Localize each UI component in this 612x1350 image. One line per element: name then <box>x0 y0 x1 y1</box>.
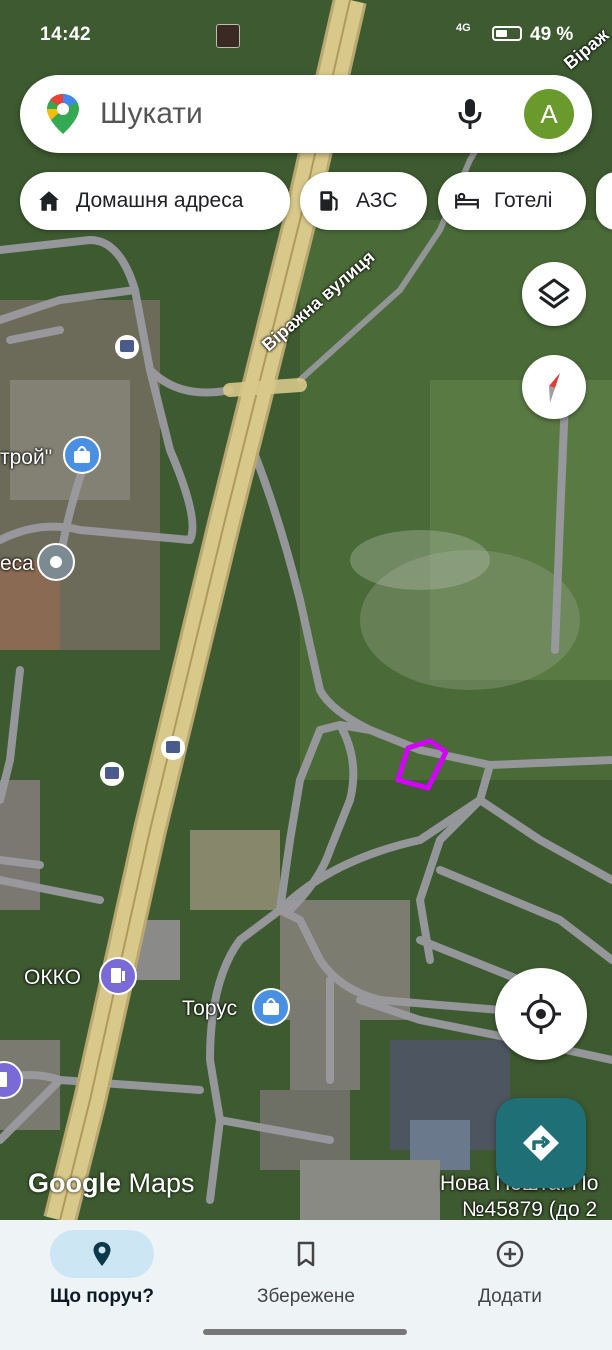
notification-app-icon <box>216 24 240 48</box>
chip-gas-stations[interactable]: АЗС <box>300 172 427 230</box>
poi-label-okko: ОККО <box>24 966 81 989</box>
network-indicator: 4G <box>456 22 471 34</box>
poi-label-esa: еса <box>0 552 34 575</box>
gas-station-icon <box>99 957 137 995</box>
google-maps-watermark: Google Maps <box>28 1168 195 1198</box>
chip-label: Готелі <box>494 189 553 212</box>
chip-label: АЗС <box>356 189 398 212</box>
bus-stop-icon <box>161 736 185 760</box>
add-circle-icon <box>496 1240 524 1268</box>
chip-label: Домашня адреса <box>76 189 244 212</box>
compass-button[interactable] <box>522 355 586 419</box>
poi-label-torus: Торус <box>182 997 238 1020</box>
battery-fill <box>496 30 507 37</box>
directions-icon <box>523 1125 559 1161</box>
battery-percent: 49 % <box>530 24 574 45</box>
nav-label: Що поруч? <box>50 1286 154 1307</box>
microphone-icon[interactable] <box>456 97 484 131</box>
nav-saved[interactable]: Збережене <box>204 1220 408 1320</box>
bus-stop-icon <box>100 762 124 786</box>
bookmark-icon <box>297 1241 315 1267</box>
my-location-icon <box>521 994 561 1034</box>
gas-station-icon <box>320 191 338 211</box>
poi-label-stroi: трой" <box>0 446 53 469</box>
bus-stop-icon <box>115 335 139 359</box>
location-pin-icon <box>93 1242 111 1266</box>
search-bar[interactable]: Шукати А <box>20 75 592 153</box>
home-indicator[interactable] <box>203 1329 407 1335</box>
nav-label: Додати <box>478 1286 542 1307</box>
shopping-bag-icon <box>63 436 101 474</box>
nav-explore[interactable]: Що поруч? <box>0 1220 204 1320</box>
compass-icon <box>549 373 560 403</box>
layers-button[interactable] <box>522 262 586 326</box>
nav-label: Збережене <box>257 1286 355 1307</box>
directions-button[interactable] <box>496 1098 586 1188</box>
chip-hotels[interactable]: Готелі <box>438 172 586 230</box>
nav-contribute[interactable]: Додати <box>408 1220 612 1320</box>
layers-icon <box>538 278 570 309</box>
home-icon <box>39 191 59 211</box>
place-pin-icon <box>37 543 75 581</box>
shopping-bag-icon <box>252 988 290 1026</box>
poi-label-nova-2: №45879 (до 2 <box>462 1198 598 1220</box>
account-avatar[interactable]: А <box>524 89 574 139</box>
battery-icon <box>492 26 522 41</box>
hotel-icon <box>455 192 479 209</box>
google-maps-logo-icon <box>47 94 79 134</box>
my-location-button[interactable] <box>495 968 587 1060</box>
search-input[interactable]: Шукати <box>100 97 203 131</box>
status-time: 14:42 <box>40 24 92 45</box>
status-bar: 14:42 4G 49 % <box>0 0 612 70</box>
chip-home-address[interactable]: Домашня адреса <box>20 172 290 230</box>
